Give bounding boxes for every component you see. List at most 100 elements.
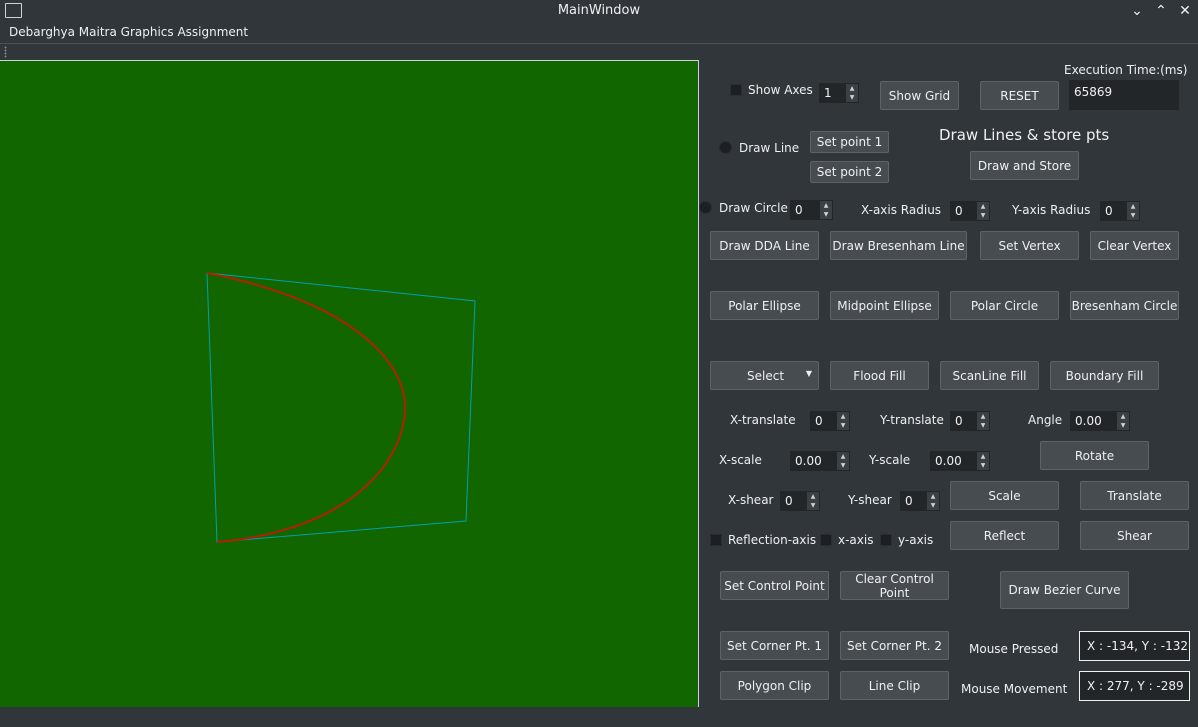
set-corner-2-button[interactable]: Set Corner Pt. 2 (840, 631, 949, 660)
mouse-pressed-label: Mouse Pressed (969, 642, 1059, 656)
spin-down-icon[interactable]: ▼ (837, 461, 849, 470)
spin-up-icon[interactable]: ▲ (977, 452, 989, 461)
chevron-up-icon[interactable]: ⌃ (1151, 2, 1171, 20)
x-shear-spinbox[interactable]: 0 ▲ ▼ (779, 490, 821, 512)
set-point-2-button[interactable]: Set point 2 (810, 161, 889, 183)
chevron-down-icon[interactable]: ⌄ (1127, 2, 1147, 20)
spin-up-icon[interactable]: ▲ (977, 202, 989, 211)
angle-spinbox[interactable]: 0.00 ▲ ▼ (1069, 410, 1131, 432)
y-shear-label: Y-shear (848, 493, 892, 507)
reflect-button[interactable]: Reflect (950, 521, 1059, 550)
x-radius-spinbox[interactable]: 0 ▲ ▼ (949, 200, 991, 222)
spin-up-icon[interactable]: ▲ (846, 84, 858, 93)
menu-bar: Debarghya Maitra Graphics Assignment (0, 24, 1198, 42)
close-icon[interactable]: ✕ (1175, 2, 1195, 20)
draw-circle-radio[interactable] (699, 201, 712, 214)
y-radius-spinbox[interactable]: 0 ▲ ▼ (1099, 200, 1141, 222)
chevron-down-icon: ▼ (805, 369, 812, 378)
spin-up-icon[interactable]: ▲ (820, 201, 832, 210)
circle-value: 0 (795, 203, 803, 217)
spin-up-icon[interactable]: ▲ (1117, 412, 1129, 421)
translate-button[interactable]: Translate (1080, 481, 1189, 510)
drawing-canvas[interactable] (0, 60, 699, 707)
polygon-shape (206, 272, 476, 543)
spin-up-icon[interactable]: ▲ (927, 492, 939, 501)
status-bar (0, 707, 1198, 727)
execution-time-value: 65869 (1074, 85, 1113, 99)
spin-down-icon[interactable]: ▼ (977, 211, 989, 220)
spin-down-icon[interactable]: ▼ (1117, 421, 1129, 430)
title-bar: MainWindow ⌄ ⌃ ✕ (0, 0, 1198, 25)
show-axes-checkbox[interactable] (730, 84, 742, 96)
fill-select-value: Select (747, 368, 785, 383)
draw-line-radio[interactable] (719, 141, 732, 154)
toolbar (0, 43, 1198, 60)
draw-bresenham-line-button[interactable]: Draw Bresenham Line (830, 231, 967, 260)
polar-circle-button[interactable]: Polar Circle (950, 291, 1059, 320)
set-corner-1-button[interactable]: Set Corner Pt. 1 (720, 631, 829, 660)
bresenham-circle-button[interactable]: Bresenham Circle (1070, 291, 1179, 320)
reflection-axis-checkbox[interactable] (710, 534, 722, 546)
x-axis-label: x-axis (838, 533, 874, 547)
y-translate-value: 0 (955, 414, 963, 428)
y-translate-spinbox[interactable]: 0 ▲ ▼ (949, 410, 991, 432)
reset-button[interactable]: RESET (980, 81, 1059, 110)
ellipse-arc (206, 272, 407, 543)
circle-spinbox[interactable]: 0 ▲ ▼ (789, 199, 834, 221)
show-grid-button[interactable]: Show Grid (880, 81, 959, 110)
spin-down-icon[interactable]: ▼ (820, 210, 832, 219)
spin-down-icon[interactable]: ▼ (846, 93, 858, 102)
polar-ellipse-button[interactable]: Polar Ellipse (710, 291, 819, 320)
y-scale-spinbox[interactable]: 0.00 ▲ ▼ (929, 450, 991, 472)
show-axes-label: Show Axes (748, 83, 813, 97)
midpoint-ellipse-button[interactable]: Midpoint Ellipse (830, 291, 939, 320)
spin-up-icon[interactable]: ▲ (837, 452, 849, 461)
x-translate-value: 0 (815, 414, 823, 428)
clear-vertex-button[interactable]: Clear Vertex (1090, 231, 1179, 260)
spin-down-icon[interactable]: ▼ (977, 421, 989, 430)
line-clip-button[interactable]: Line Clip (840, 671, 949, 700)
angle-label: Angle (1028, 413, 1063, 427)
x-axis-checkbox[interactable] (820, 534, 832, 546)
scanline-fill-button[interactable]: ScanLine Fill (940, 361, 1039, 390)
spin-down-icon[interactable]: ▼ (927, 501, 939, 510)
rotate-button[interactable]: Rotate (1040, 441, 1149, 470)
spin-down-icon[interactable]: ▼ (837, 421, 849, 430)
y-shear-spinbox[interactable]: 0 ▲ ▼ (899, 490, 941, 512)
spin-up-icon[interactable]: ▲ (977, 412, 989, 421)
execution-time-label: Execution Time:(ms) (1064, 63, 1188, 77)
mouse-pressed-value: X : -134, Y : -132 (1087, 639, 1188, 653)
scale-button[interactable]: Scale (950, 481, 1059, 510)
reflection-axis-label: Reflection-axis (728, 533, 817, 547)
spin-down-icon[interactable]: ▼ (807, 501, 819, 510)
x-scale-spinbox[interactable]: 0.00 ▲ ▼ (789, 450, 851, 472)
draw-circle-label: Draw Circle (719, 201, 788, 215)
draw-dda-line-button[interactable]: Draw DDA Line (710, 231, 819, 260)
y-translate-label: Y-translate (880, 413, 944, 427)
fill-select-dropdown[interactable]: Select ▼ (710, 361, 819, 390)
set-vertex-button[interactable]: Set Vertex (980, 231, 1079, 260)
y-radius-value: 0 (1105, 204, 1113, 218)
spin-up-icon[interactable]: ▲ (1127, 202, 1139, 211)
y-radius-label: Y-axis Radius (1012, 203, 1091, 217)
draw-and-store-button[interactable]: Draw and Store (970, 151, 1079, 180)
menu-item-title[interactable]: Debarghya Maitra Graphics Assignment (9, 25, 248, 39)
spin-down-icon[interactable]: ▼ (977, 461, 989, 470)
clear-control-point-button[interactable]: Clear Control Point (840, 571, 949, 600)
spin-up-icon[interactable]: ▲ (837, 412, 849, 421)
polygon-clip-button[interactable]: Polygon Clip (720, 671, 829, 700)
x-translate-spinbox[interactable]: 0 ▲ ▼ (809, 410, 851, 432)
flood-fill-button[interactable]: Flood Fill (830, 361, 929, 390)
axes-spinbox[interactable]: 1 ▲ ▼ (818, 82, 860, 104)
execution-time-field: 65869 (1069, 80, 1179, 110)
set-point-1-button[interactable]: Set point 1 (810, 131, 889, 153)
y-axis-checkbox[interactable] (880, 534, 892, 546)
toolbar-grip[interactable] (4, 46, 7, 58)
boundary-fill-button[interactable]: Boundary Fill (1050, 361, 1159, 390)
set-control-point-button[interactable]: Set Control Point (720, 571, 829, 600)
y-scale-value: 0.00 (935, 454, 962, 468)
spin-down-icon[interactable]: ▼ (1127, 211, 1139, 220)
shear-button[interactable]: Shear (1080, 521, 1189, 550)
draw-bezier-curve-button[interactable]: Draw Bezier Curve (1000, 571, 1129, 609)
spin-up-icon[interactable]: ▲ (807, 492, 819, 501)
